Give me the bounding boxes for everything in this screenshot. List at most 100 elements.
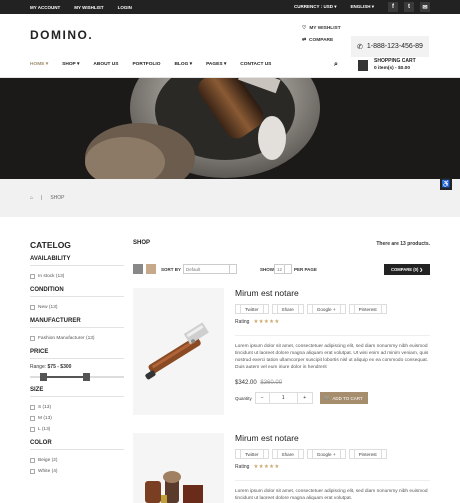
- product-image[interactable]: [133, 288, 224, 415]
- hero-banner: [0, 78, 460, 179]
- product-description: Lorem ipsum dolor sit amet, consectetuer…: [235, 335, 430, 371]
- pinterest-share-button[interactable]: Pinterest: [348, 304, 387, 314]
- filter-fashion-manufacturer[interactable]: Fashion Manufacturer (13): [30, 333, 124, 344]
- currency-select[interactable]: CURRENCY : USD ▾: [294, 4, 336, 10]
- product-name[interactable]: Mirum est notare: [235, 433, 430, 443]
- sidebar-title: CATELOG: [30, 240, 71, 250]
- pinterest-share-button[interactable]: Pinterest: [348, 449, 387, 459]
- slider-handle-min[interactable]: [40, 373, 47, 381]
- login-link[interactable]: LOGIN: [118, 5, 132, 10]
- decrease-button[interactable]: −: [256, 393, 270, 403]
- breadcrumb-current: SHOP: [50, 195, 65, 201]
- compare-button[interactable]: COMPARE (0) ❯: [384, 264, 430, 275]
- site-logo[interactable]: DOMINO.: [30, 28, 93, 42]
- checkbox[interactable]: [30, 405, 35, 410]
- filter-new[interactable]: New (13): [30, 302, 124, 313]
- checkbox[interactable]: [30, 274, 35, 279]
- product-name[interactable]: Mirum est notare: [235, 288, 430, 298]
- add-to-cart-button[interactable]: 🛒 ADD TO CART: [319, 392, 368, 404]
- accessibility-icon[interactable]: ♿: [440, 178, 452, 190]
- filter-size-m[interactable]: M (13): [30, 413, 124, 424]
- header-wishlist-link[interactable]: ♡ MY WISHLIST: [302, 23, 341, 35]
- heart-icon: ♡: [302, 26, 307, 31]
- price-heading: PRICE: [30, 349, 124, 359]
- star-rating: ★★★★★: [253, 319, 280, 325]
- checkbox[interactable]: [30, 469, 35, 474]
- condition-heading: CONDITION: [30, 287, 124, 297]
- slider-handle-max[interactable]: [83, 373, 90, 381]
- product-rating: Rating ★★★★★: [235, 319, 280, 325]
- twitter-icon[interactable]: t: [404, 2, 414, 12]
- per-page-label: PER PAGE: [294, 267, 317, 272]
- filter-color-beige[interactable]: Beige (2): [30, 455, 124, 466]
- filter-size-l[interactable]: L (13): [30, 424, 124, 435]
- google-plus-share-button[interactable]: Google +: [306, 449, 346, 459]
- grid-view-icon[interactable]: [133, 264, 143, 274]
- main-nav: HOME ▾ SHOP ▾ ABOUT US PORTFOLIO BLOG ▾ …: [0, 52, 460, 78]
- share-buttons: Twitter Share Google + Pinterest: [235, 304, 430, 314]
- quantity-input[interactable]: 1: [270, 393, 298, 403]
- nav-blog[interactable]: BLOG ▾: [174, 62, 192, 67]
- shopping-cart[interactable]: SHOPPING CART 0 item(s) - $0.00: [358, 58, 416, 72]
- nav-contact-us[interactable]: CONTACT US: [240, 62, 271, 67]
- price-slider[interactable]: [30, 373, 124, 381]
- listing-toolbar: SORT BY Default SHOW 12 PER PAGE COMPARE…: [133, 262, 430, 276]
- twitter-share-button[interactable]: Twitter: [235, 449, 269, 459]
- manufacturer-heading: MANUFACTURER: [30, 318, 124, 328]
- my-account-link[interactable]: MY ACCOUNT: [30, 5, 60, 10]
- product-image[interactable]: [133, 433, 224, 503]
- filter-sidebar: CATELOG AVAILABILITY In stock (13) CONDI…: [30, 240, 124, 477]
- google-plus-share-button[interactable]: Google +: [306, 304, 346, 314]
- show-label: SHOW: [260, 267, 274, 272]
- nav-shop[interactable]: SHOP ▾: [62, 62, 79, 67]
- color-heading: COLOR: [30, 440, 124, 450]
- breadcrumb-separator: |: [41, 195, 43, 201]
- star-rating: ★★★★★: [253, 464, 280, 470]
- sort-select[interactable]: Default: [183, 264, 237, 274]
- availability-heading: AVAILABILITY: [30, 256, 124, 266]
- nav-portfolio[interactable]: PORTFOLIO: [132, 62, 160, 67]
- list-view-icon[interactable]: [146, 264, 156, 274]
- shaving-brush-image: [85, 78, 320, 179]
- search-icon[interactable]: ⌕: [334, 61, 338, 69]
- facebook-share-button[interactable]: Share: [271, 304, 304, 314]
- twitter-share-button[interactable]: Twitter: [235, 304, 269, 314]
- product-price: $342.00 $360.00: [235, 380, 283, 386]
- share-buttons: Twitter Share Google + Pinterest: [235, 449, 430, 459]
- sort-label: SORT BY: [161, 267, 182, 272]
- cart-icon: 🛒: [324, 395, 331, 400]
- my-wishlist-link[interactable]: MY WISHLIST: [74, 5, 103, 10]
- phone-icon: ✆: [357, 43, 363, 51]
- checkbox[interactable]: [30, 458, 35, 463]
- checkbox[interactable]: [30, 427, 35, 432]
- product-listing: SHOP There are 13 products. SORT BY Defa…: [133, 240, 430, 503]
- product-description: Lorem ipsum dolor sit amet, consectetuer…: [235, 480, 430, 502]
- nav-about-us[interactable]: ABOUT US: [93, 62, 118, 67]
- filter-in-stock[interactable]: In stock (13): [30, 271, 124, 282]
- facebook-icon[interactable]: f: [388, 2, 398, 12]
- size-heading: SIZE: [30, 387, 124, 397]
- language-select[interactable]: ENGLISH ▾: [350, 4, 374, 10]
- header-compare-link[interactable]: ⇄ COMPARE: [302, 35, 341, 47]
- filter-color-white[interactable]: White (4): [30, 466, 124, 477]
- phone-number: 1-888-123-456-89: [366, 43, 423, 50]
- increase-button[interactable]: +: [298, 393, 312, 403]
- nav-home[interactable]: HOME ▾: [30, 62, 48, 67]
- quantity-stepper[interactable]: − 1 +: [254, 392, 313, 404]
- checkbox[interactable]: [30, 305, 35, 310]
- checkbox[interactable]: [30, 336, 35, 341]
- site-header: DOMINO. ♡ MY WISHLIST ⇄ COMPARE ✆ 1-888-12…: [0, 14, 460, 57]
- top-bar: MY ACCOUNT MY WISHLIST LOGIN CURRENCY : …: [0, 0, 460, 14]
- price-range-label: Range: $75 - $300: [30, 364, 72, 370]
- show-select[interactable]: 12: [274, 264, 292, 274]
- old-price: $360.00: [260, 380, 283, 386]
- nav-pages[interactable]: PAGES ▾: [206, 62, 226, 67]
- email-icon[interactable]: ✉: [420, 2, 430, 12]
- quantity-row: Quantity − 1 + 🛒 ADD TO CART: [235, 392, 430, 404]
- product-card: Mirum est notare Twitter Share Google + …: [133, 433, 430, 503]
- straight-razor-image: [145, 322, 209, 380]
- filter-size-s[interactable]: S (13): [30, 402, 124, 413]
- checkbox[interactable]: [30, 416, 35, 421]
- facebook-share-button[interactable]: Share: [271, 449, 304, 459]
- home-icon[interactable]: ⌂: [30, 195, 33, 201]
